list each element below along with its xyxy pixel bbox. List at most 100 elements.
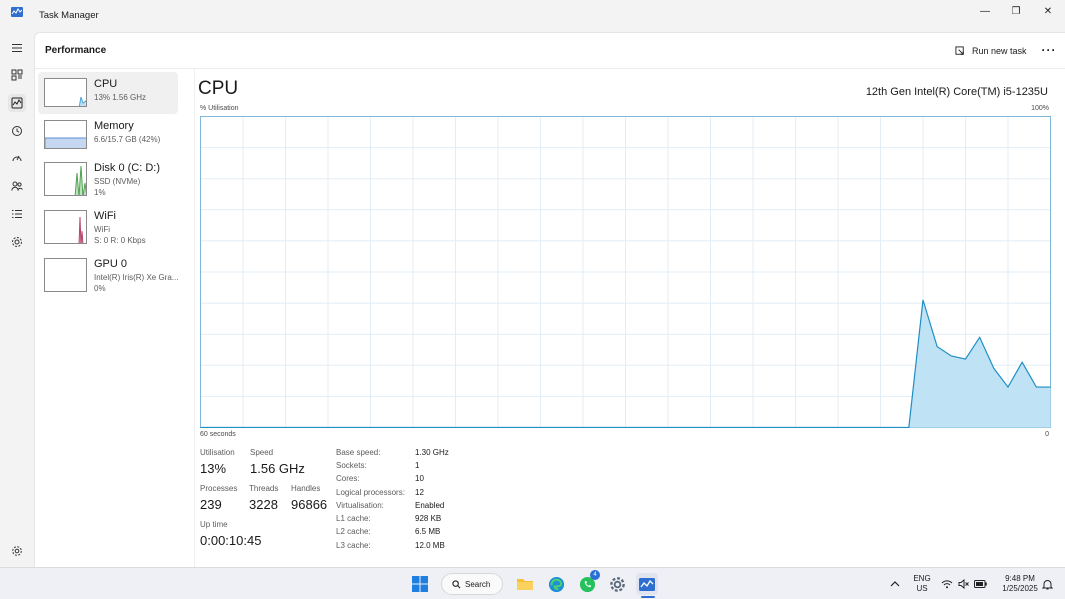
device-list: CPU 13% 1.56 GHz Memory 6.6/15.7 GB (42%… [35,69,195,568]
uptime-value: 0:00:10:45 [200,533,262,548]
performance-icon[interactable] [8,94,26,112]
window-title: Task Manager [39,10,99,21]
utilisation-axis-label: % Utilisation [200,105,239,112]
processes-label: Processes [200,484,238,493]
speaker-muted-icon [958,579,969,589]
search-label: Search [465,579,491,589]
spec-label: Virtualisation: [336,501,384,510]
users-icon[interactable] [8,177,26,195]
task-manager-icon[interactable] [636,573,658,595]
clock-time: 9:48 PM [1005,574,1035,583]
cpu-heading: CPU [198,78,239,99]
settings-icon[interactable] [8,542,26,560]
app-history-icon[interactable] [8,122,26,140]
spec-value: 1 [415,461,420,470]
speed-label: Speed [250,448,274,457]
utilisation-value: 13% [200,461,227,476]
main-panel: Performance Run new task ··· CPU 13% 1.5… [34,32,1065,568]
thumbnail-graph [78,96,86,106]
minimize-button[interactable]: — [970,0,1000,22]
spec-value: 12 [415,488,424,497]
speed-value: 1.56 GHz [250,461,305,476]
whatsapp-icon[interactable]: 4 [576,570,600,595]
gpu-thumbnail [44,258,87,292]
spec-label: Sockets: [336,461,367,470]
page-title: Performance [45,45,107,56]
system-tray-status[interactable] [938,573,990,595]
processes-value: 239 [200,497,222,512]
search-icon [452,579,461,588]
utilisation-label: Utilisation [200,448,235,457]
spec-label: Logical processors: [336,488,405,497]
threads-value: 3228 [249,497,278,512]
clock[interactable]: 9:48 PM 1/25/2025 [996,574,1044,594]
device-detail-2: S: 0 R: 0 Kbps [94,236,146,245]
cpu-model-name: 12th Gen Intel(R) Core(TM) i5-1235U [865,86,1048,98]
services-icon[interactable] [8,233,26,251]
whatsapp-badge: 4 [590,570,600,580]
thumbnail-graph [45,137,86,148]
startup-icon[interactable] [8,149,26,167]
time-axis-zero: 0 [1045,431,1049,438]
device-name: GPU 0 [94,258,128,270]
device-detail-2: 1% [94,188,106,197]
nav-rail [0,32,34,567]
uptime-label: Up time [200,520,228,529]
spec-value: 928 KB [415,514,442,523]
run-new-task-button[interactable]: Run new task [955,42,1027,60]
device-cpu[interactable]: CPU 13% 1.56 GHz [38,72,178,114]
language-bottom: US [916,584,928,593]
settings-app-icon[interactable] [606,573,628,595]
restore-button[interactable]: ❐ [1001,0,1031,22]
processes-icon[interactable] [8,66,26,84]
device-disk[interactable]: Disk 0 (C: D:) SSD (NVMe) 1% [38,156,178,202]
device-memory[interactable]: Memory 6.6/15.7 GB (42%) [38,114,178,156]
handles-label: Handles [291,484,321,493]
device-detail: Intel(R) Iris(R) Xe Gra... [94,273,179,282]
threads-label: Threads [249,484,279,493]
cpu-thumbnail [44,78,87,107]
close-button[interactable]: ✕ [1033,0,1063,22]
device-detail-2: 0% [94,284,106,293]
device-detail: 13% 1.56 GHz [94,93,147,102]
device-name: Memory [94,120,134,132]
language-indicator[interactable]: ENG US [910,574,934,594]
details-icon[interactable] [8,205,26,223]
task-manager-app-icon [11,7,23,17]
notification-bell-icon[interactable] [1038,573,1056,595]
title-bar: Task Manager — ❐ ✕ [0,0,1065,32]
taskbar-search[interactable]: Search [441,573,503,595]
device-gpu[interactable]: GPU 0 Intel(R) Iris(R) Xe Gra... 0% [38,252,178,298]
edge-icon[interactable] [545,573,567,595]
spec-value: 12.0 MB [415,541,445,550]
time-axis-label: 60 seconds [200,431,236,438]
file-explorer-icon[interactable] [514,573,536,595]
memory-thumbnail [44,120,87,149]
spec-label: L2 cache: [336,527,371,536]
run-new-task-label: Run new task [972,46,1027,56]
device-detail: SSD (NVMe) [94,177,141,186]
utilisation-axis-max: 100% [1031,105,1049,112]
cpu-utilisation-graph [200,116,1051,428]
device-wifi[interactable]: WiFi WiFi S: 0 R: 0 Kbps [38,204,178,250]
spec-label: L3 cache: [336,541,371,550]
wifi-icon [941,580,953,589]
device-name: WiFi [94,210,116,222]
spec-value: 1.30 GHz [415,448,449,457]
clock-date: 1/25/2025 [1002,584,1038,593]
language-top: ENG [913,574,931,583]
thumbnail-graph [74,165,86,195]
spec-value: 10 [415,474,424,483]
more-options-button[interactable]: ··· [1039,41,1059,59]
spec-label: Cores: [336,474,360,483]
show-hidden-icons-icon[interactable] [884,573,906,595]
wifi-thumbnail [44,210,87,244]
windows-start-icon[interactable] [409,573,431,595]
spec-value: 6.5 MB [415,527,441,536]
taskbar: Search 4 ENG US 9:48 PM 1/25/2025 [0,567,1065,599]
spec-label: L1 cache: [336,514,371,523]
spec-label: Base speed: [336,448,381,457]
device-detail: 6.6/15.7 GB (42%) [94,135,161,144]
device-detail: WiFi [94,225,110,234]
hamburger-icon[interactable] [8,39,26,57]
